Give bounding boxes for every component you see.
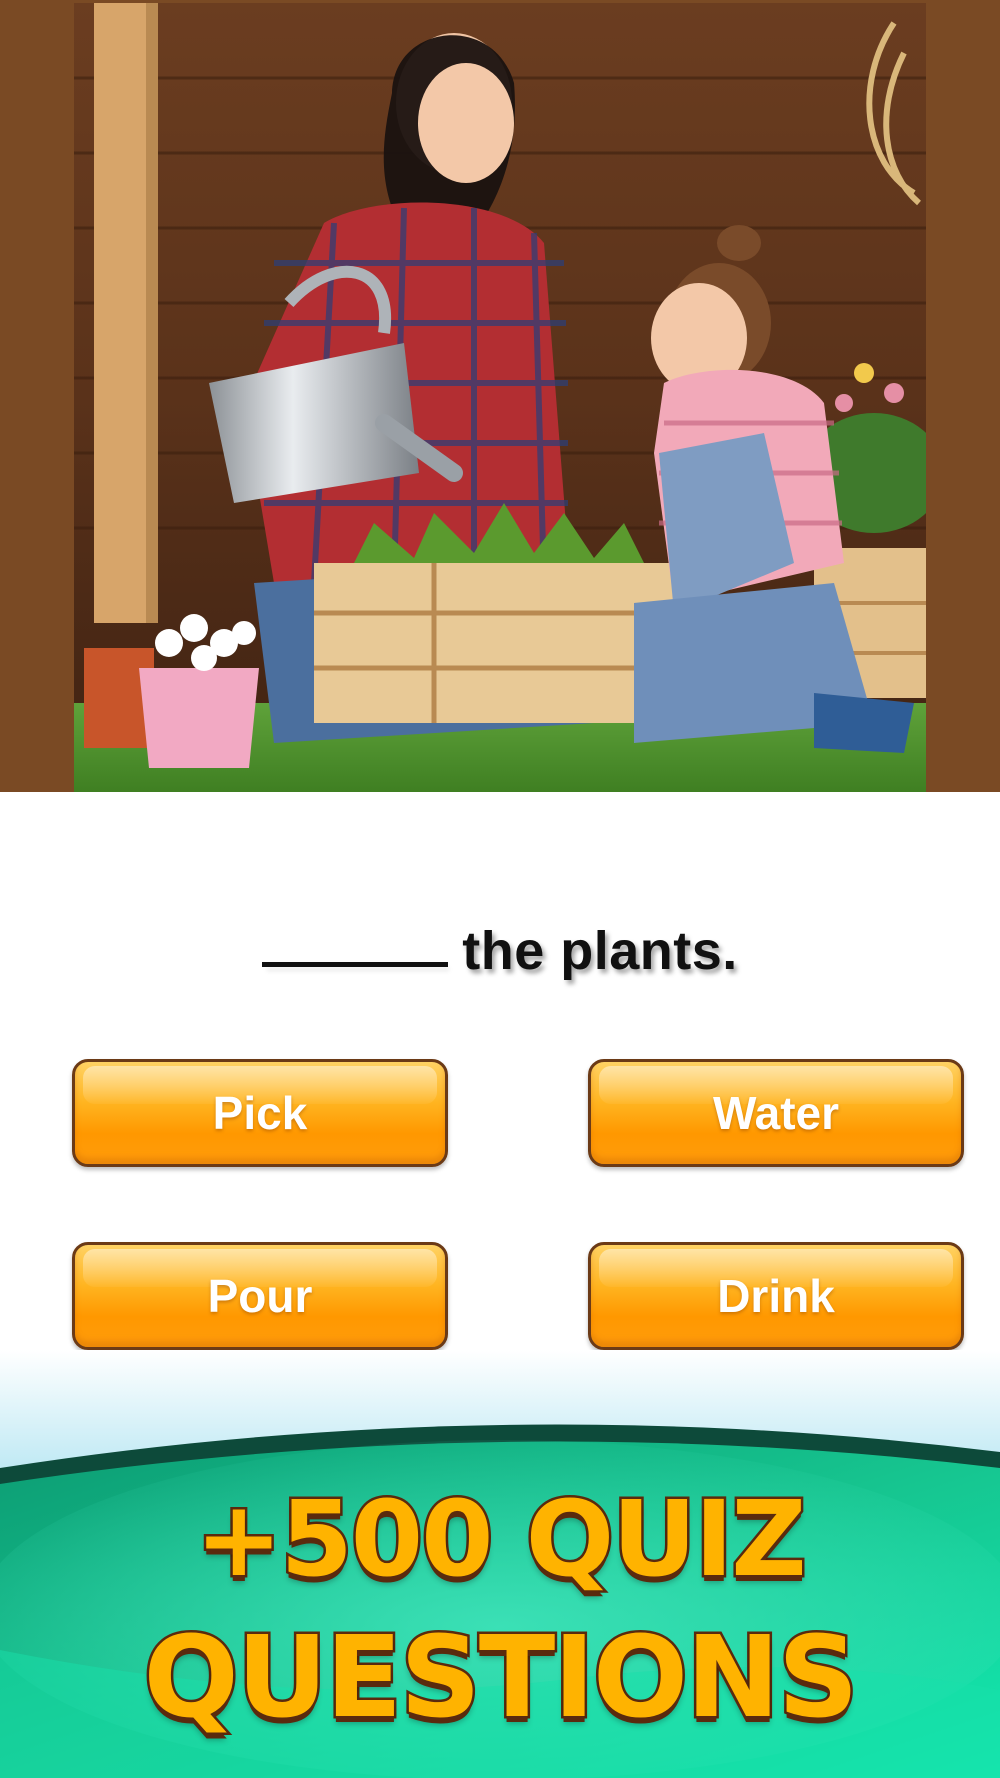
promo-title-line-2: QUESTIONS [141, 1611, 861, 1746]
answer-button-drink[interactable]: Drink [588, 1242, 964, 1350]
answer-label: Pick [212, 1087, 308, 1139]
quiz-photo [74, 3, 926, 792]
answer-button-pour[interactable]: Pour [72, 1242, 448, 1350]
answer-label: Pour [207, 1270, 313, 1322]
answer-blank [262, 962, 449, 967]
question-text: the plants. [462, 921, 738, 981]
photo-frame [0, 0, 1000, 792]
promo-title-line-1: +500 QUIZ [193, 1476, 809, 1603]
answer-button-pick[interactable]: Pick [72, 1059, 448, 1167]
answer-button-water[interactable]: Water [588, 1059, 964, 1167]
answer-label: Drink [717, 1270, 835, 1322]
gardening-illustration [74, 3, 926, 792]
question-sentence: the plants. [0, 920, 1000, 982]
answer-label: Water [712, 1087, 840, 1139]
